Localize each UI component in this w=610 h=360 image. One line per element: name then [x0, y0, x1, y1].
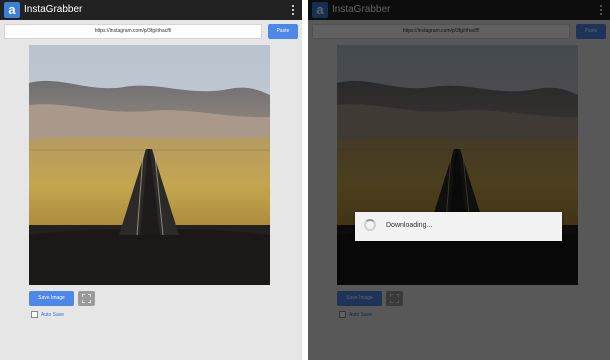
- auto-save-checkbox[interactable]: Auto Save: [31, 311, 64, 319]
- screen-panel-downloading: a InstaGrabber https://instagram.com/p/3…: [308, 0, 610, 360]
- dialog-message: Downloading...: [386, 222, 433, 229]
- fullscreen-button[interactable]: [78, 291, 95, 306]
- paste-button[interactable]: Paste: [268, 24, 298, 39]
- url-input[interactable]: https://instagram.com/p/3fg/rihacff/: [4, 24, 262, 39]
- screen-panel-normal: a InstaGrabber https://instagram.com/p/3…: [0, 0, 302, 360]
- app-bar: a InstaGrabber: [0, 0, 302, 20]
- checkbox-box[interactable]: [31, 311, 38, 319]
- downloading-dialog: Downloading...: [355, 212, 562, 241]
- more-vert-icon[interactable]: [290, 3, 296, 17]
- fullscreen-icon: [82, 294, 91, 303]
- auto-save-label: Auto Save: [41, 312, 65, 318]
- instagram-photo: [29, 45, 270, 285]
- progress-spinner-icon: [364, 219, 376, 231]
- app-logo-icon: a: [4, 2, 20, 18]
- app-title: InstaGrabber: [24, 4, 83, 15]
- save-image-button[interactable]: Save Image: [29, 291, 74, 306]
- modal-scrim: [308, 0, 610, 360]
